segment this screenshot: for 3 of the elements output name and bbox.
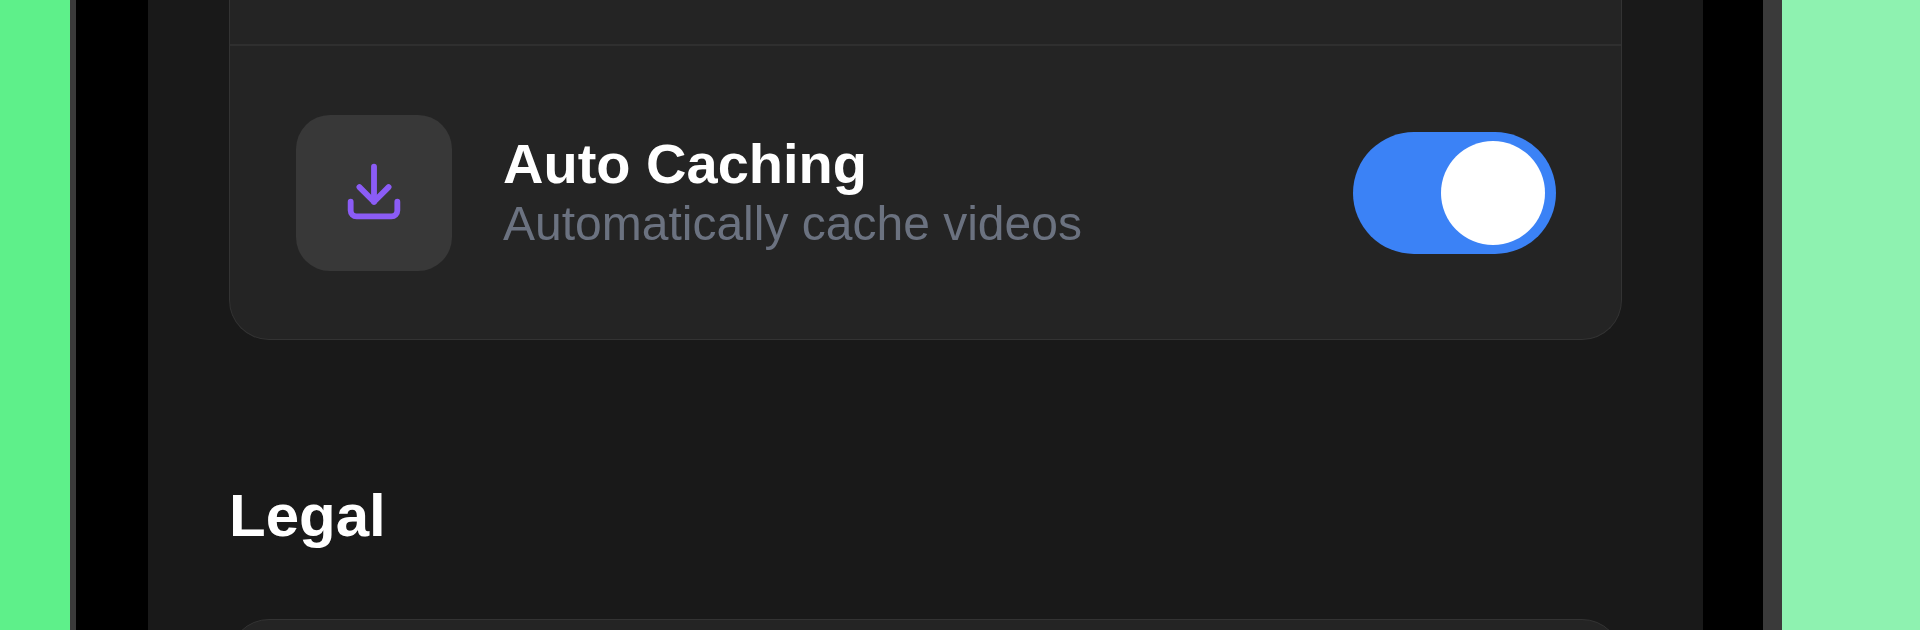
section-heading: Legal bbox=[229, 483, 387, 549]
setting-title: Auto Caching bbox=[503, 132, 868, 195]
setting-subtitle: Automatically cache videos bbox=[503, 195, 1083, 252]
